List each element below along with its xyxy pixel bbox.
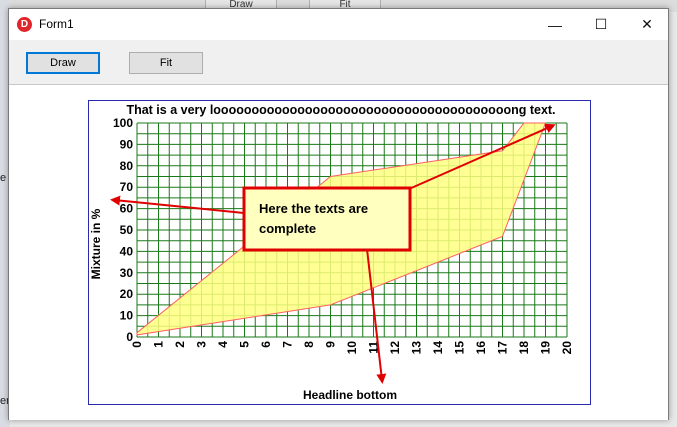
y-tick-label: 100	[113, 116, 133, 130]
x-tick-label: 4	[216, 341, 230, 348]
chart-title: That is a very loooooooooooooooooooooooo…	[126, 103, 555, 117]
callout-text-line2: complete	[259, 221, 316, 236]
drawing-area: 0 10 20 30 40 50 60 70 80 90 100 0 1 2 3 4 5 6 7 8 9 10 11 12 13…	[9, 84, 668, 420]
x-tick-label: 15	[453, 341, 467, 355]
y-tick-label: 90	[120, 137, 134, 151]
x-tick-label: 9	[324, 341, 338, 348]
y-tick-label: 50	[120, 223, 134, 237]
fit-button[interactable]: Fit	[129, 52, 203, 74]
x-tick-label: 7	[281, 341, 295, 348]
y-tick-label: 80	[120, 159, 134, 173]
minimize-icon: —	[548, 16, 562, 33]
x-tick-label: 5	[238, 341, 252, 348]
close-button[interactable]: ✕	[624, 9, 670, 40]
x-tick-label: 18	[517, 341, 531, 355]
x-tick-label: 0	[130, 341, 144, 348]
chart-svg: 01020304050607080901000 1 2 3 4 5 6 7 8 9 10 11 12 13…	[89, 103, 574, 402]
chart-frame: 0 10 20 30 40 50 60 70 80 90 100 0 1 2 3 4 5 6 7 8 9 10 11 12 13…	[88, 100, 591, 405]
x-tick-label: 19	[539, 341, 553, 355]
window-title: Form1	[39, 17, 74, 31]
form-window: D Form1 — ☐ ✕ Draw Fit 0 10 20 30 40 50 6	[8, 8, 669, 420]
background-text-fragment: e	[0, 172, 7, 184]
y-axis-label: Mixture in %	[89, 208, 103, 279]
y-tick-label: 10	[120, 309, 134, 323]
x-tick-label: 20	[560, 341, 574, 355]
x-tick-label: 10	[345, 341, 359, 355]
x-tick-label: 6	[259, 341, 273, 348]
maximize-button[interactable]: ☐	[578, 9, 624, 40]
draw-button[interactable]: Draw	[26, 52, 100, 74]
y-tick-label: 20	[120, 287, 134, 301]
x-tick-label: 16	[474, 341, 488, 355]
x-tick-label: 13	[410, 341, 424, 355]
close-icon: ✕	[641, 16, 653, 32]
x-tick-label: 3	[195, 341, 209, 348]
x-tick-label: 12	[388, 341, 402, 355]
y-tick-label: 30	[120, 266, 134, 280]
maximize-icon: ☐	[594, 16, 608, 32]
toolbar: Draw Fit	[9, 40, 668, 84]
title-bar[interactable]: D Form1 — ☐ ✕	[9, 9, 668, 40]
callout-box	[242, 186, 412, 252]
callout-arrow-ylabel	[110, 195, 245, 214]
x-tick-label: 2	[173, 341, 187, 348]
x-tick-label: 14	[431, 341, 445, 355]
x-tick-label: 17	[496, 341, 510, 355]
y-tick-label: 60	[120, 202, 134, 216]
x-tick-label: 1	[152, 341, 166, 348]
app-icon[interactable]: D	[17, 17, 32, 32]
y-tick-label: 40	[120, 244, 134, 258]
x-axis-label: Headline bottom	[303, 388, 397, 402]
x-tick-label: 8	[302, 341, 316, 348]
minimize-button[interactable]: —	[532, 9, 578, 40]
callout-text-line1: Here the texts are	[259, 201, 368, 216]
y-tick-label: 70	[120, 180, 134, 194]
